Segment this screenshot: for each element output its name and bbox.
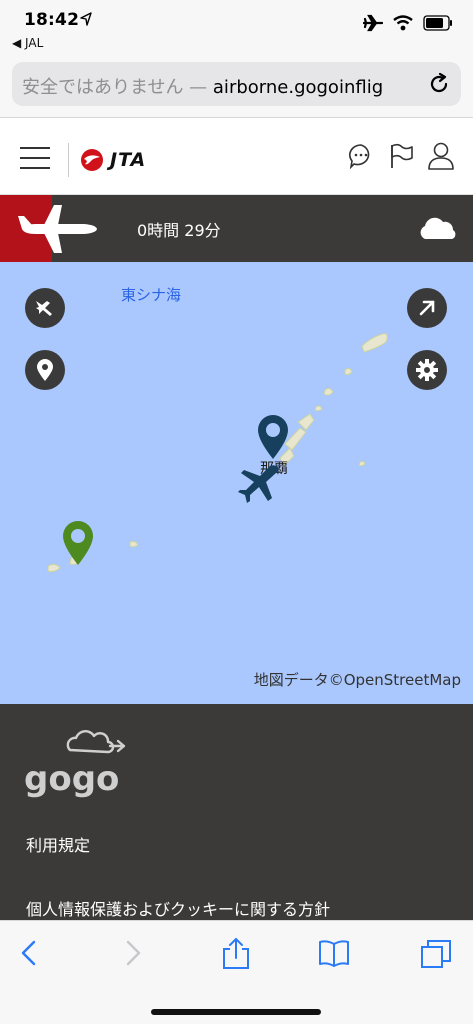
logo-text: JTA xyxy=(110,149,147,171)
address-bar-area: 安全ではありません — airborne.gogoinflig xyxy=(0,56,473,118)
map-attribution: 地図データ©OpenStreetMap xyxy=(253,671,461,689)
back-to-app-link[interactable]: ◀ JAL xyxy=(12,36,43,50)
share-icon[interactable] xyxy=(220,937,252,969)
gear-icon xyxy=(416,359,438,381)
plane-landing-icon xyxy=(36,301,52,316)
tabs-icon[interactable] xyxy=(420,937,452,969)
user-icon[interactable] xyxy=(427,141,455,171)
aircraft-position-icon xyxy=(238,465,279,503)
home-indicator[interactable] xyxy=(151,1009,321,1015)
origin-pin-icon[interactable] xyxy=(256,414,290,460)
forward-icon[interactable] xyxy=(116,937,148,969)
status-icons xyxy=(363,14,453,32)
site-footer: gogo 利用規定 個人情報保護およびクッキーに関する方針 xyxy=(0,704,473,920)
destination-pin-icon[interactable] xyxy=(61,520,95,566)
footer-link-privacy[interactable]: 個人情報保護およびクッキーに関する方針 xyxy=(26,896,330,920)
status-time: 18:42 xyxy=(24,10,80,30)
chat-icon[interactable] xyxy=(347,142,375,170)
airplane-icon xyxy=(18,205,97,253)
arrow-up-right-icon xyxy=(419,300,435,316)
cloud-icon xyxy=(420,217,456,239)
site-header: JTA xyxy=(0,119,473,195)
header-divider xyxy=(68,143,69,177)
location-button[interactable] xyxy=(25,350,65,390)
crane-logo-icon xyxy=(81,149,103,171)
reload-icon[interactable] xyxy=(427,72,451,96)
location-arrow-icon xyxy=(80,12,92,26)
address-bar[interactable]: 安全ではありません — airborne.gogoinflig xyxy=(12,62,461,106)
status-bar: 18:42 ◀ JAL xyxy=(0,0,473,56)
location-pin-icon xyxy=(37,359,53,381)
expand-button[interactable] xyxy=(407,288,447,328)
wifi-icon xyxy=(393,15,413,31)
flight-map[interactable]: 東シナ海 地図データ©OpenStreetMap xyxy=(0,262,473,704)
back-icon[interactable] xyxy=(14,937,46,969)
flight-mode-button[interactable] xyxy=(25,288,65,328)
url-host: airborne.gogoinflig xyxy=(212,77,384,98)
menu-icon[interactable] xyxy=(20,147,50,169)
flag-icon[interactable] xyxy=(387,142,415,170)
bookmarks-icon[interactable] xyxy=(318,937,350,969)
sea-label: 東シナ海 xyxy=(121,286,182,304)
url-text[interactable]: 安全ではありません — airborne.gogoinflig xyxy=(22,73,422,99)
jta-logo[interactable]: JTA xyxy=(80,145,146,175)
browser-toolbar xyxy=(0,920,473,1024)
settings-button[interactable] xyxy=(407,350,447,390)
header-icons xyxy=(347,141,455,171)
url-security-warning: 安全ではありません — xyxy=(22,77,213,98)
airplane-mode-icon xyxy=(363,14,383,32)
flight-info-bar: 0時間 29分 xyxy=(0,195,473,262)
footer-link-terms[interactable]: 利用規定 xyxy=(26,832,90,856)
battery-icon xyxy=(423,15,452,31)
gogo-logo: gogo xyxy=(24,730,126,799)
gogo-logo-text: gogo xyxy=(24,759,119,799)
flight-time-remaining: 0時間 29分 xyxy=(137,221,221,240)
